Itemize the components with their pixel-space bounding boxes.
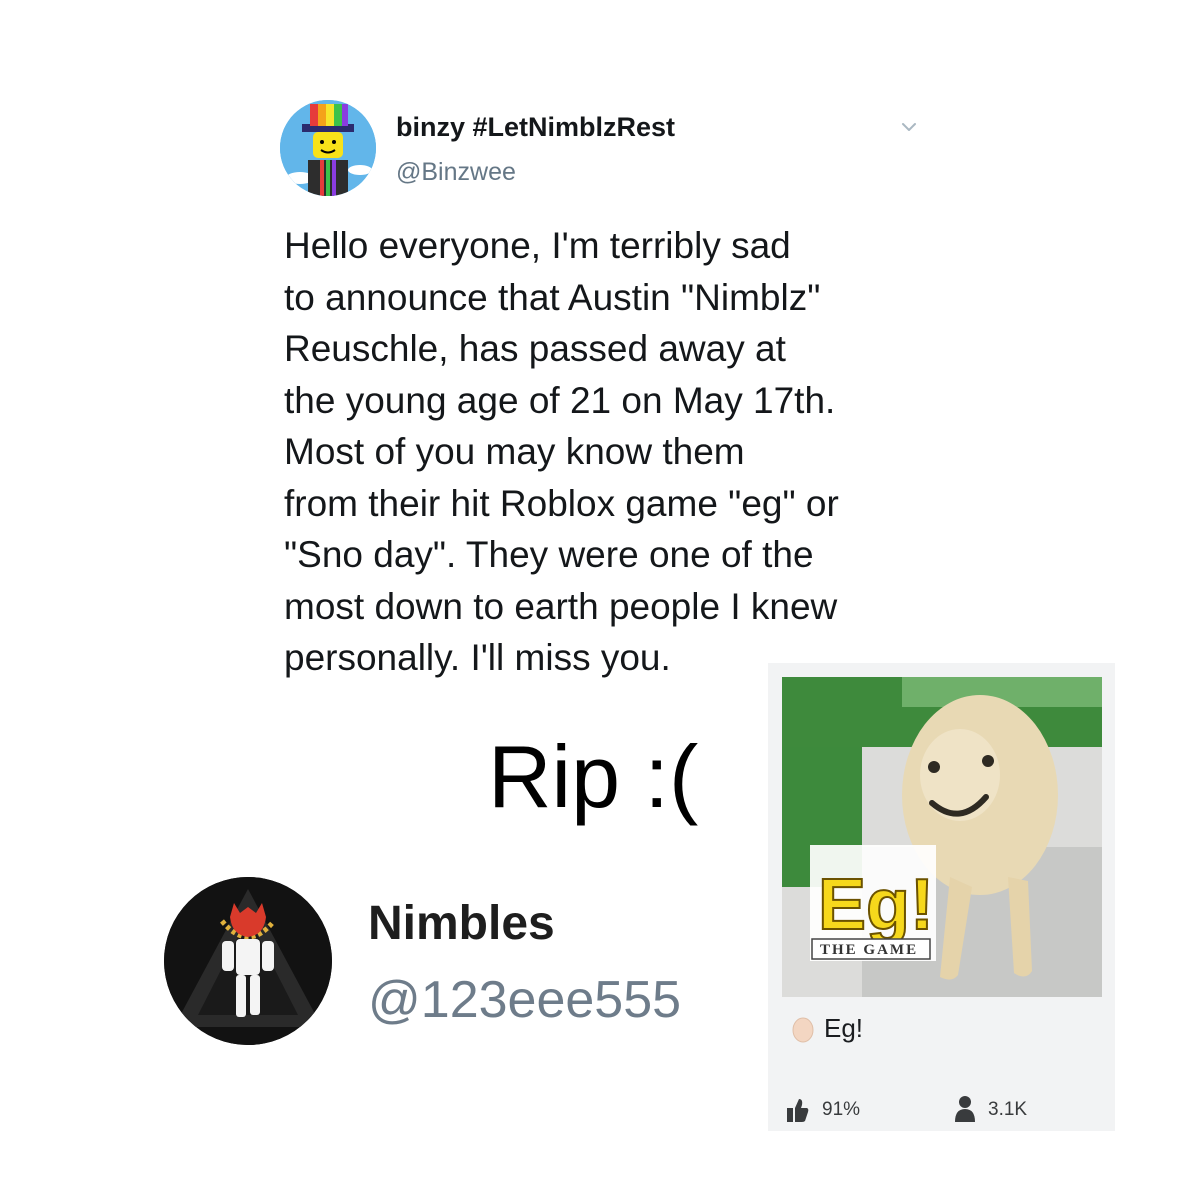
roblox-avatar-icon xyxy=(280,100,376,196)
person-icon xyxy=(955,1096,975,1122)
tweet-text-line: most down to earth people I knew xyxy=(284,585,838,627)
tweet-display-name[interactable]: binzy #LetNimblzRest xyxy=(396,112,675,143)
tweet-text-line: "Sno day". They were one of the xyxy=(284,534,814,575)
game-card[interactable]: Eg! THE GAME Eg! 91% 3.1K xyxy=(768,663,1115,1131)
tweet-text-line: to announce that Austin "Nimblz" xyxy=(284,276,821,318)
tweet-author-avatar[interactable] xyxy=(280,100,376,196)
tweet-text-line: from their hit Roblox game "eg" or xyxy=(284,482,839,524)
game-rating: 91% xyxy=(822,1099,861,1120)
profile-handle[interactable]: @123eee555 xyxy=(368,970,681,1030)
eg-game-logo: Eg! THE GAME xyxy=(810,845,936,961)
svg-text:THE GAME: THE GAME xyxy=(820,942,918,958)
tweet-handle[interactable]: @Binzwee xyxy=(396,158,516,187)
svg-text:Eg!: Eg! xyxy=(818,865,934,945)
profile-avatar[interactable] xyxy=(164,877,332,1045)
rip-caption: Rip :( xyxy=(488,727,699,826)
chevron-down-icon[interactable] xyxy=(896,114,922,140)
roblox-character-icon xyxy=(164,877,332,1045)
tweet-text-line: the young age of 21 on May 17th. xyxy=(284,379,836,421)
game-title[interactable]: Eg! xyxy=(824,1013,863,1044)
game-player-count: 3.1K xyxy=(988,1099,1028,1120)
tweet-text-line: Hello everyone, I'm terribly sad xyxy=(284,225,791,266)
game-thumbnail[interactable]: Eg! THE GAME xyxy=(782,677,1102,997)
tweet-text-line: Reuschle, has passed away at xyxy=(284,328,786,369)
egg-icon xyxy=(792,1017,814,1043)
tweet-text-line: Most of you may know them xyxy=(284,431,745,472)
thumbs-up-icon xyxy=(787,1099,809,1122)
tweet-text: Hello everyone, I'm terribly sad to anno… xyxy=(284,220,944,684)
profile-name[interactable]: Nimbles xyxy=(368,896,555,951)
